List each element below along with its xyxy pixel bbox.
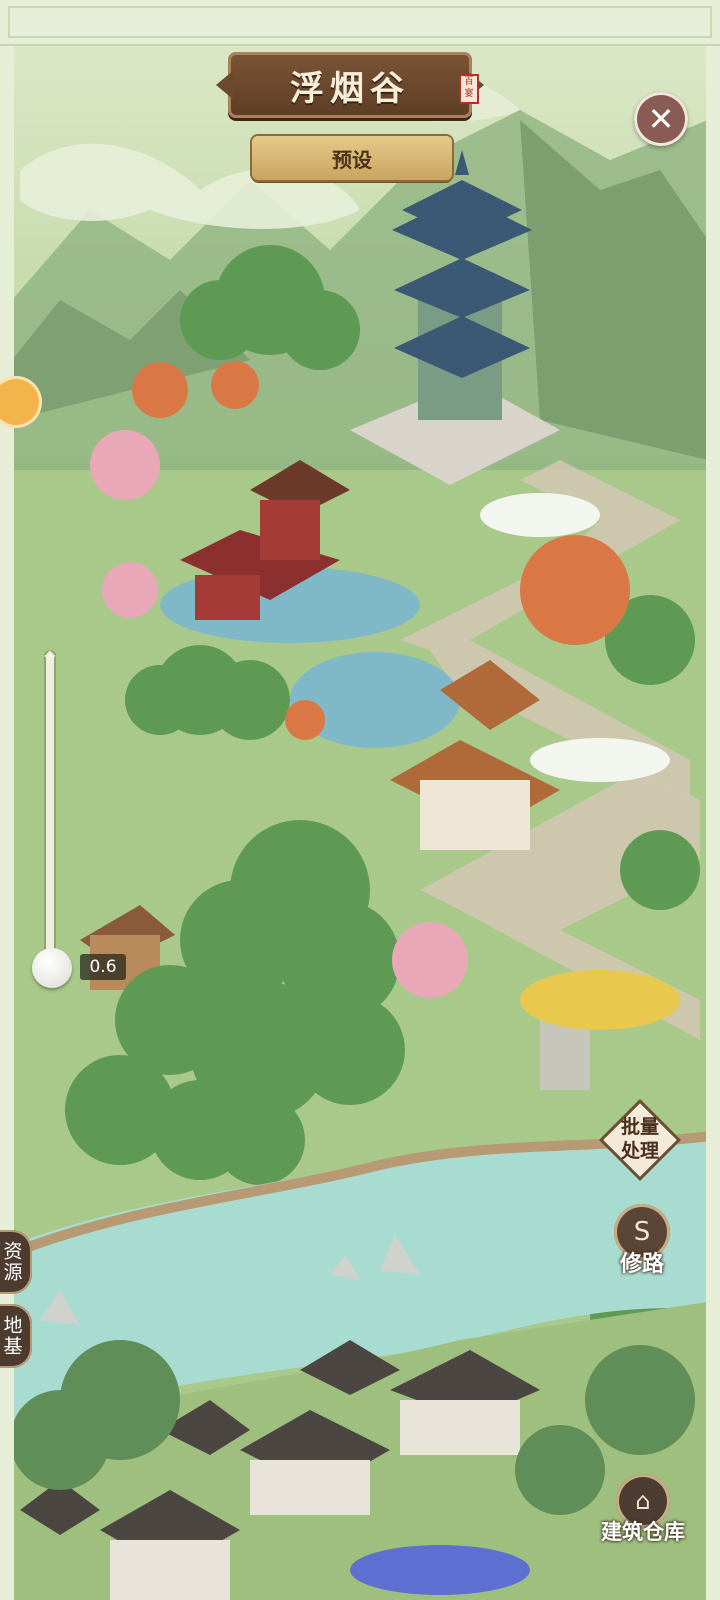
zoom-plus-icon[interactable]: + bbox=[43, 646, 56, 665]
close-button[interactable]: ✕ bbox=[634, 92, 688, 146]
top-frame bbox=[0, 0, 720, 46]
building-warehouse-label: 建筑仓库 bbox=[601, 1520, 685, 1544]
foundation-tab[interactable]: 地基 bbox=[0, 1304, 32, 1368]
area-title: 浮烟谷 bbox=[290, 68, 410, 109]
batch-process-button[interactable]: 批量 处理 bbox=[603, 1103, 677, 1177]
zoom-value-label: 0.6 bbox=[80, 954, 126, 980]
game-screen: 浮烟谷 百宴 预设 ✕ + 0.6 资源 地基 批量 处理 S 修路 ⌂ 建筑仓库 bbox=[0, 0, 720, 1600]
building-warehouse-button[interactable]: ⌂ 建筑仓库 bbox=[592, 1474, 694, 1560]
village-map[interactable] bbox=[0, 0, 720, 1600]
preset-button[interactable]: 预设 bbox=[252, 136, 452, 180]
zoom-slider-track[interactable] bbox=[46, 652, 54, 970]
resources-tab[interactable]: 资源 bbox=[0, 1230, 32, 1294]
area-title-plaque: 浮烟谷 bbox=[228, 52, 472, 118]
build-road-button[interactable]: S 修路 bbox=[600, 1204, 684, 1290]
title-seal: 百宴 bbox=[459, 74, 479, 104]
zoom-slider-knob[interactable] bbox=[32, 948, 72, 988]
close-icon: ✕ bbox=[647, 100, 675, 138]
build-road-label: 修路 bbox=[619, 1252, 664, 1277]
batch-process-label: 批量 处理 bbox=[620, 1116, 659, 1162]
